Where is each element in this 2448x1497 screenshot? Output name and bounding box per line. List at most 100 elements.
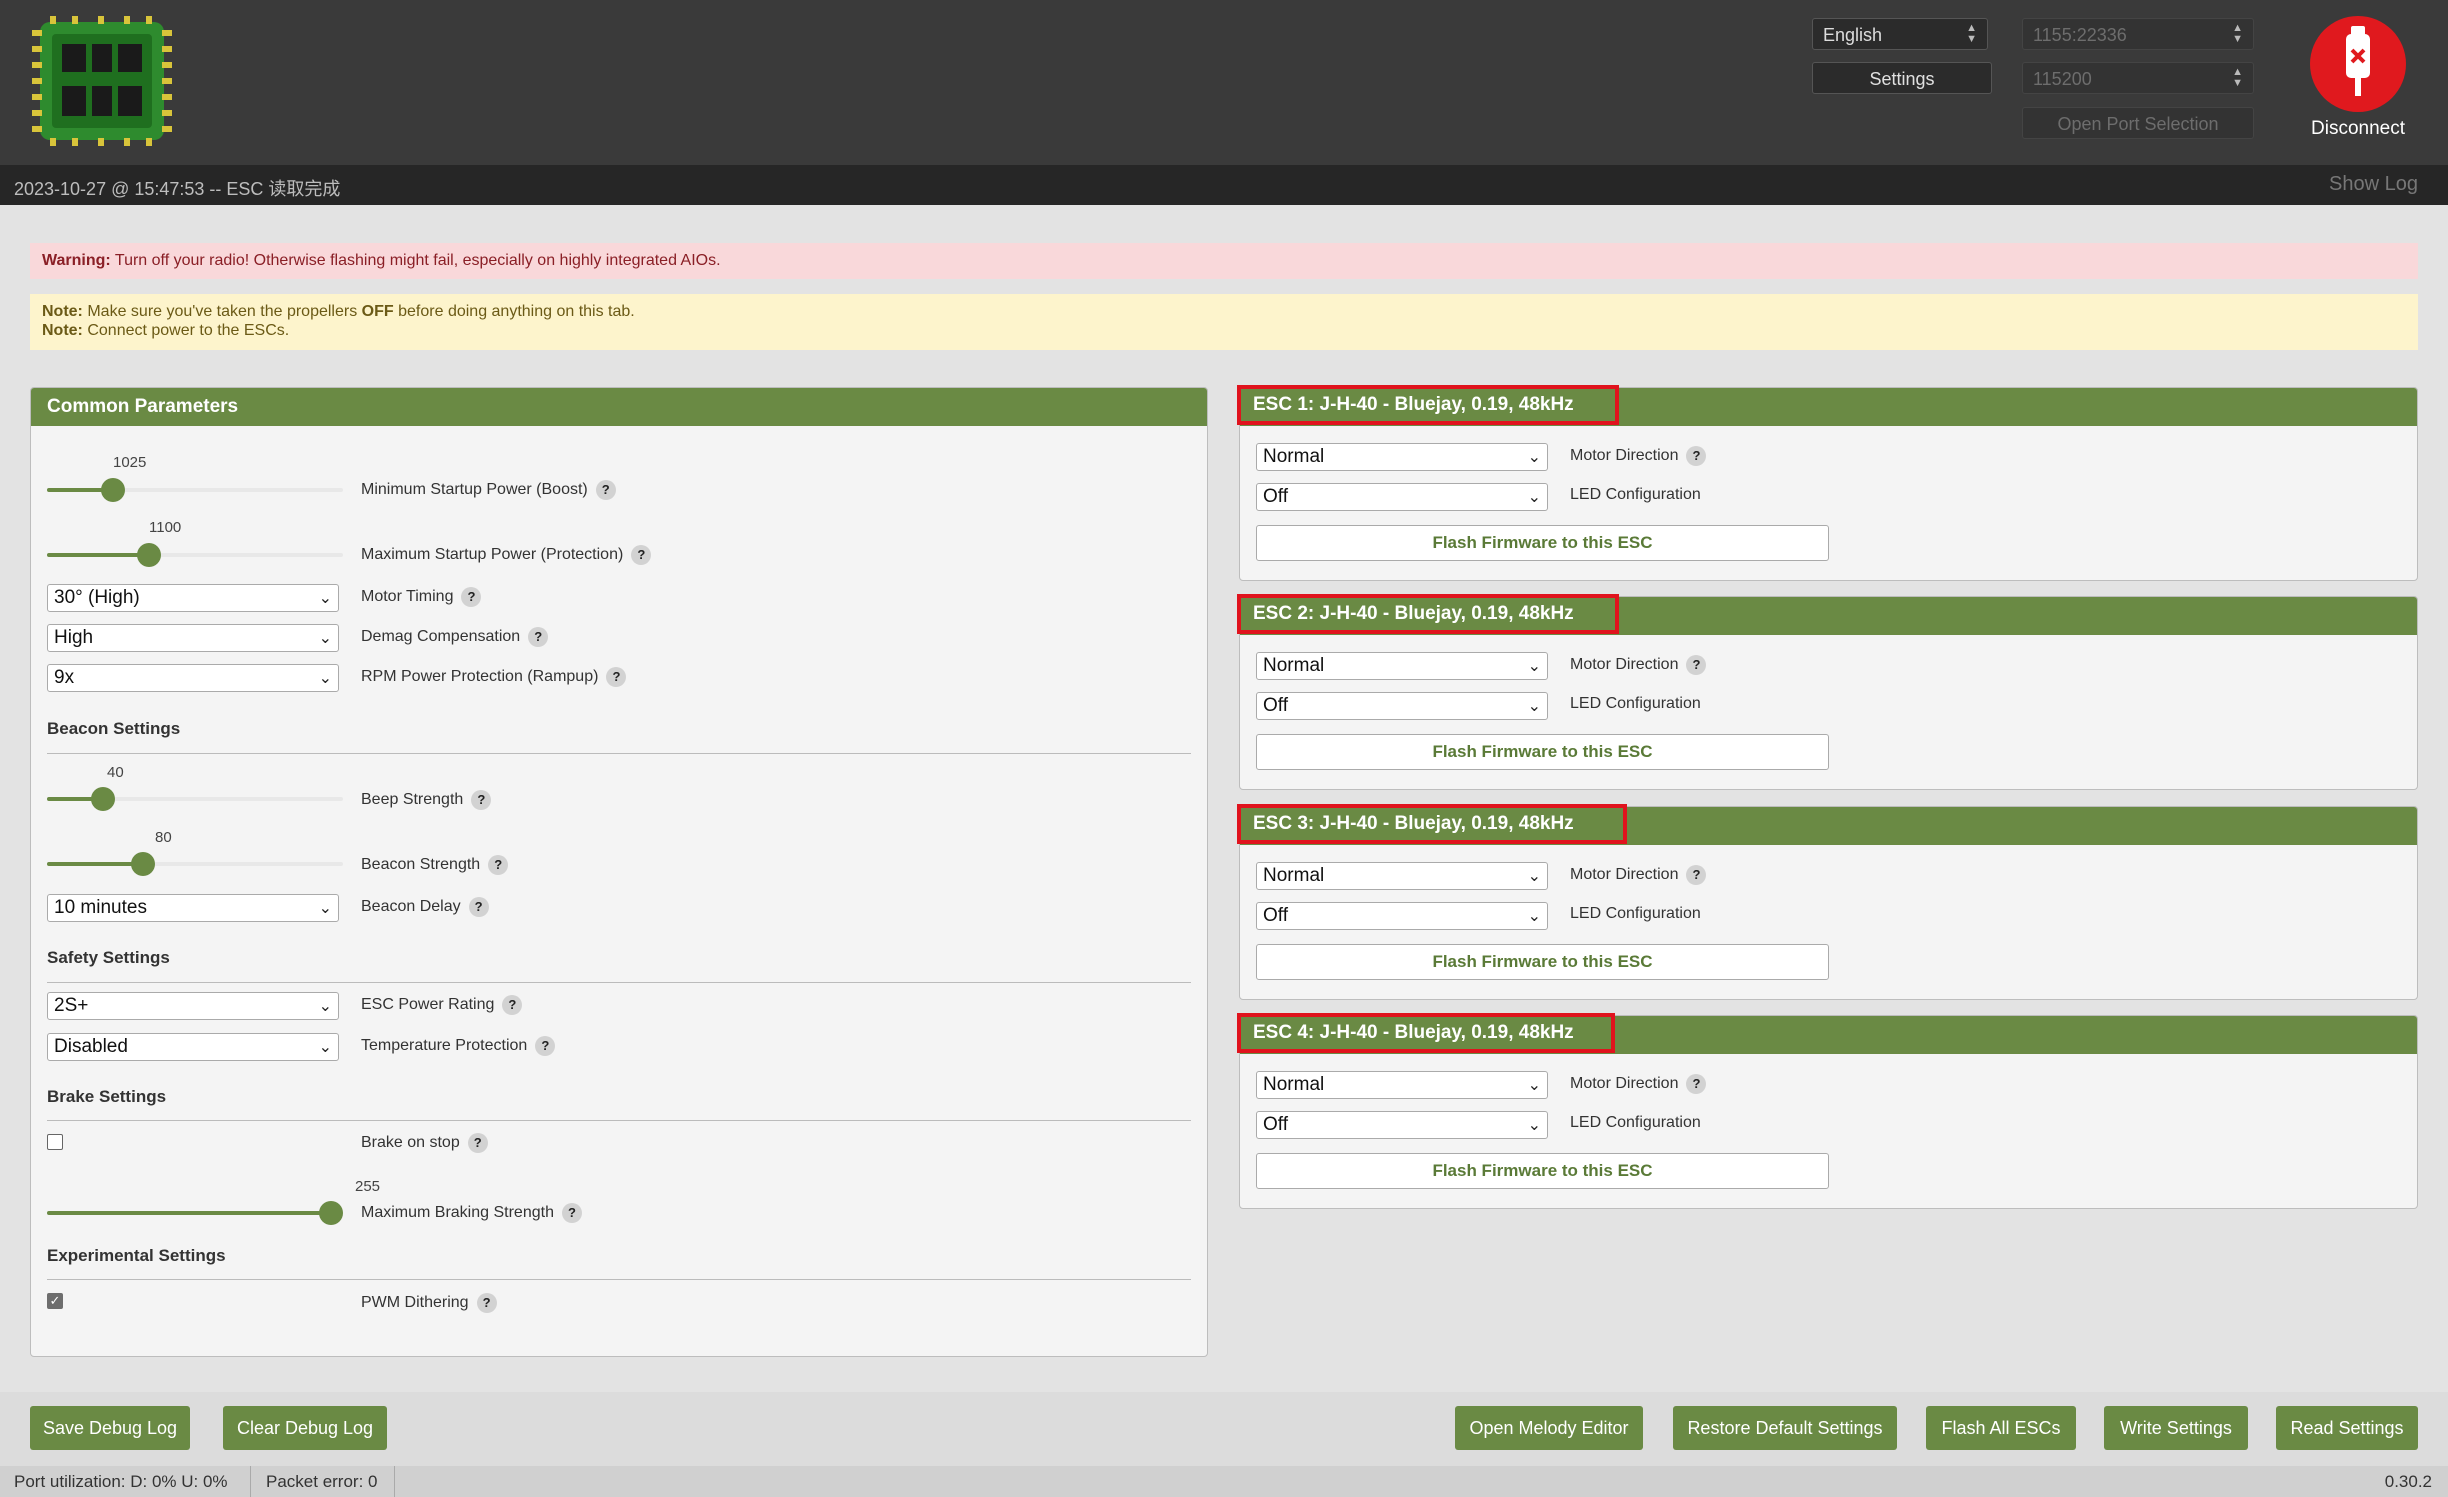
motor-direction-select[interactable]: Normal ⌄ xyxy=(1256,443,1548,471)
min-startup-power-slider[interactable] xyxy=(47,478,343,502)
chevron-down-icon: ⌄ xyxy=(1527,698,1541,715)
esc-power-rating-select[interactable]: 2S+ ⌄ xyxy=(47,992,339,1020)
beep-strength-slider[interactable] xyxy=(47,787,343,811)
temperature-protection-select[interactable]: Disabled ⌄ xyxy=(47,1033,339,1061)
version: 0.30.2 xyxy=(2384,1472,2432,1491)
label-text: Beep Strength xyxy=(361,791,464,809)
led-configuration-select[interactable]: Off ⌄ xyxy=(1256,692,1548,720)
beacon-strength-slider[interactable] xyxy=(47,852,343,876)
slider-thumb[interactable] xyxy=(101,478,125,502)
help-icon[interactable]: ? xyxy=(476,1293,497,1313)
slider-value: 40 xyxy=(107,764,124,781)
esc-title: ESC 4: J-H-40 - Bluejay, 0.19, 48kHz xyxy=(1237,1013,1615,1053)
show-log-link[interactable]: Show Log xyxy=(2329,173,2418,196)
help-icon[interactable]: ? xyxy=(468,897,489,917)
beacon-delay-select[interactable]: 10 minutes ⌄ xyxy=(47,894,339,922)
help-icon[interactable]: ? xyxy=(561,1203,582,1223)
slider-fill xyxy=(47,553,149,557)
help-icon[interactable]: ? xyxy=(502,995,523,1015)
flash-all-escs-button[interactable]: Flash All ESCs xyxy=(1926,1406,2076,1450)
divider xyxy=(47,1279,1191,1280)
help-icon[interactable]: ? xyxy=(535,1036,556,1056)
beep-strength-label: Beep Strength? xyxy=(361,790,492,810)
warning-prefix: Warning: xyxy=(42,252,111,269)
label-text: Beacon Delay xyxy=(361,898,461,916)
safety-settings-heading: Safety Settings xyxy=(47,948,170,967)
beacon-delay-label: Beacon Delay? xyxy=(361,897,489,917)
open-port-selection-button[interactable]: Open Port Selection xyxy=(2022,107,2254,139)
clear-debug-log-button[interactable]: Clear Debug Log xyxy=(223,1406,387,1450)
disconnect-button[interactable] xyxy=(2310,16,2406,112)
help-icon[interactable]: ? xyxy=(528,627,549,647)
disconnect-label: Disconnect xyxy=(2311,118,2405,139)
write-settings-button[interactable]: Write Settings xyxy=(2104,1406,2248,1450)
rampup-select[interactable]: 9x ⌄ xyxy=(47,664,339,692)
help-icon[interactable]: ? xyxy=(467,1133,488,1153)
esc-panel: ESC 1: J-H-40 - Bluejay, 0.19, 48kHz Nor… xyxy=(1237,385,2418,581)
help-icon[interactable]: ? xyxy=(488,855,509,875)
help-icon[interactable]: ? xyxy=(595,480,616,500)
divider xyxy=(47,982,1191,983)
led-configuration-label: LED Configuration xyxy=(1570,905,1701,922)
port-select[interactable]: 1155:22336 ▲ ▼ xyxy=(2022,18,2254,50)
help-icon[interactable]: ? xyxy=(1686,446,1707,466)
select-value: High xyxy=(54,627,94,648)
motor-direction-label: Motor Direction? xyxy=(1570,655,1707,675)
help-icon[interactable]: ? xyxy=(471,790,492,810)
help-icon[interactable]: ? xyxy=(1686,865,1707,885)
motor-direction-label: Motor Direction? xyxy=(1570,1074,1707,1094)
open-melody-editor-button[interactable]: Open Melody Editor xyxy=(1455,1406,1643,1450)
help-icon[interactable]: ? xyxy=(606,667,627,687)
help-icon[interactable]: ? xyxy=(461,587,482,607)
slider-thumb[interactable] xyxy=(319,1201,343,1225)
flash-firmware-button[interactable]: Flash Firmware to this ESC xyxy=(1256,944,1829,980)
language-select[interactable]: English ▲ ▼ xyxy=(1812,18,1988,50)
motor-timing-select[interactable]: 30° (High) ⌄ xyxy=(47,584,339,612)
language-value: English xyxy=(1823,25,1883,45)
demag-select[interactable]: High ⌄ xyxy=(47,624,339,652)
divider xyxy=(47,1120,1191,1121)
led-configuration-select[interactable]: Off ⌄ xyxy=(1256,483,1548,511)
chevron-down-icon: ⌄ xyxy=(318,1039,332,1056)
min-startup-power-label: Minimum Startup Power (Boost)? xyxy=(361,480,616,500)
motor-direction-select[interactable]: Normal ⌄ xyxy=(1256,1071,1548,1099)
common-parameters-panel: Common Parameters 1025 Minimum Startup P… xyxy=(30,387,1208,1357)
select-value: Normal xyxy=(1263,865,1325,886)
chevron-down-icon: ⌄ xyxy=(1527,658,1541,675)
flash-firmware-button[interactable]: Flash Firmware to this ESC xyxy=(1256,734,1829,770)
help-icon[interactable]: ? xyxy=(631,545,652,565)
flash-firmware-button[interactable]: Flash Firmware to this ESC xyxy=(1256,1153,1829,1189)
select-arrows-icon: ▲ ▼ xyxy=(1966,22,1977,45)
led-configuration-label: LED Configuration xyxy=(1570,695,1701,712)
slider-thumb[interactable] xyxy=(137,543,161,567)
flash-firmware-button[interactable]: Flash Firmware to this ESC xyxy=(1256,525,1829,561)
slider-thumb[interactable] xyxy=(131,852,155,876)
header: English ▲ ▼ Settings 1155:22336 ▲ ▼ 115200… xyxy=(0,0,2448,165)
select-value: 30° (High) xyxy=(54,587,140,608)
settings-button[interactable]: Settings xyxy=(1812,62,1992,94)
baud-select[interactable]: 115200 ▲ ▼ xyxy=(2022,62,2254,94)
chevron-down-icon: ⌄ xyxy=(318,670,332,687)
help-icon[interactable]: ? xyxy=(1686,655,1707,675)
help-icon[interactable]: ? xyxy=(1686,1074,1707,1094)
slider-value: 1025 xyxy=(113,454,147,471)
pwm-dithering-checkbox[interactable]: ✓ xyxy=(47,1293,63,1309)
max-startup-power-slider[interactable] xyxy=(47,543,343,567)
max-braking-strength-slider[interactable] xyxy=(47,1201,343,1225)
slider-thumb[interactable] xyxy=(91,787,115,811)
motor-direction-select[interactable]: Normal ⌄ xyxy=(1256,652,1548,680)
esc-power-rating-label: ESC Power Rating? xyxy=(361,995,523,1015)
chevron-down-icon: ⌄ xyxy=(1527,1077,1541,1094)
esc-title: ESC 3: J-H-40 - Bluejay, 0.19, 48kHz xyxy=(1237,804,1627,844)
motor-direction-select[interactable]: Normal ⌄ xyxy=(1256,862,1548,890)
led-configuration-select[interactable]: Off ⌄ xyxy=(1256,902,1548,930)
read-settings-button[interactable]: Read Settings xyxy=(2276,1406,2418,1450)
brake-on-stop-checkbox[interactable] xyxy=(47,1134,63,1150)
slider-value: 80 xyxy=(155,829,172,846)
divider xyxy=(250,1466,251,1497)
restore-default-settings-button[interactable]: Restore Default Settings xyxy=(1673,1406,1897,1450)
led-configuration-select[interactable]: Off ⌄ xyxy=(1256,1111,1548,1139)
chevron-down-icon: ⌄ xyxy=(1527,1117,1541,1134)
save-debug-log-button[interactable]: Save Debug Log xyxy=(30,1406,190,1450)
label-text: ESC Power Rating xyxy=(361,996,495,1014)
